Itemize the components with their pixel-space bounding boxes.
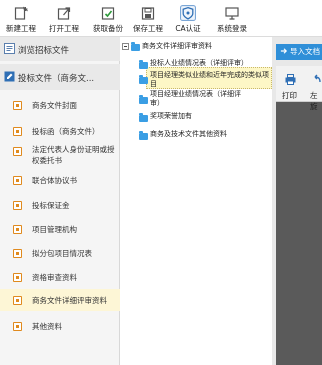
sidebar-item-consortium[interactable]: 联合体协议书 bbox=[0, 170, 120, 190]
sidebar-item-detailed-review[interactable]: 商务文件详细评审资料 bbox=[0, 289, 120, 311]
sidebar-item-label: 拟分包项目情况表 bbox=[32, 249, 92, 258]
collapse-icon[interactable] bbox=[122, 43, 129, 50]
tree-node-label: 商务及技术文件其他资料 bbox=[150, 130, 227, 138]
folder-icon bbox=[139, 95, 148, 104]
folder-icon bbox=[131, 42, 140, 51]
tree-node[interactable]: 商务及技术文件其他资料 bbox=[150, 130, 227, 139]
sidebar-item-subcontract[interactable]: 拟分包项目情况表 bbox=[0, 243, 120, 263]
sidebar-item-label: 商务文件封面 bbox=[32, 101, 77, 110]
get-backup-button[interactable]: 获取备份 bbox=[88, 0, 128, 37]
sidebar-item-label: 其他资料 bbox=[32, 322, 62, 331]
sidebar-item-label: 投标函（商务文件） bbox=[32, 127, 100, 136]
tree-node-label: 奖项荣誉加有 bbox=[150, 112, 192, 120]
ca-auth-button[interactable]: CA认证 bbox=[168, 0, 208, 37]
rotate-left-label[interactable]: 左旋 bbox=[310, 90, 322, 112]
doc-icon bbox=[13, 176, 22, 185]
save-project-label: 保存工程 bbox=[133, 24, 163, 33]
save-project-icon bbox=[141, 7, 155, 20]
sidebar-item-bid-letter[interactable]: 投标函（商务文件） bbox=[0, 121, 120, 141]
ca-auth-label: CA认证 bbox=[175, 24, 201, 33]
system-login-label: 系统登录 bbox=[217, 24, 247, 33]
doc-icon bbox=[13, 273, 22, 282]
open-project-label: 打开工程 bbox=[49, 24, 79, 33]
sidebar-item-label: 项目管理机构 bbox=[32, 225, 77, 234]
login-monitor-icon bbox=[225, 7, 239, 20]
sidebar-item-label: 资格审查资料 bbox=[32, 273, 77, 282]
print-label[interactable]: 打印 bbox=[282, 90, 297, 101]
folder-icon bbox=[139, 131, 148, 140]
tree-node-label: 投标人业绩情况表（详细评审） bbox=[150, 59, 248, 67]
tree-node-label: 项目经理业绩情况表（详细评 bbox=[150, 90, 241, 98]
ca-shield-icon bbox=[180, 5, 196, 21]
section-label: 投标文件（商务文... bbox=[18, 74, 95, 84]
new-project-label: 新建工程 bbox=[6, 24, 36, 33]
sidebar-item-label: 联合体协议书 bbox=[32, 176, 77, 185]
doc-icon bbox=[13, 127, 22, 136]
tree-node[interactable]: 项目经理业绩情况表（详细评 审） bbox=[150, 90, 241, 108]
print-icon[interactable] bbox=[285, 74, 296, 85]
bid-section-commercial[interactable]: 投标文件（商务文... bbox=[0, 64, 120, 90]
sidebar: 浏览招标文件 投标文件（商务文... 商务文件封面 投标函（商务文件） 法定代表… bbox=[0, 37, 120, 365]
edit-icon bbox=[4, 71, 15, 82]
sidebar-item-cover[interactable]: 商务文件封面 bbox=[0, 95, 120, 115]
browse-label: 浏览招标文件 bbox=[18, 46, 70, 56]
tree-node-label: 项目经理类似业绩和近年完成的类似项 bbox=[150, 71, 269, 79]
sidebar-item-management[interactable]: 项目管理机构 bbox=[0, 219, 120, 239]
open-project-button[interactable]: 打开工程 bbox=[44, 0, 84, 37]
rotate-left-icon[interactable] bbox=[312, 74, 322, 85]
get-backup-icon bbox=[101, 7, 115, 20]
doc-icon bbox=[13, 296, 22, 305]
system-login-button[interactable]: 系统登录 bbox=[211, 0, 253, 37]
doc-icon bbox=[13, 201, 22, 210]
sidebar-item-qualification[interactable]: 资格审查资料 bbox=[0, 267, 120, 287]
folder-icon bbox=[139, 60, 148, 69]
sidebar-item-label: 商务文件详细评审资料 bbox=[32, 296, 107, 305]
tree-root[interactable]: 商务文件详细评审资料 bbox=[142, 42, 212, 51]
import-label: 导入文档 bbox=[290, 47, 320, 56]
sidebar-item-label: 法定代表人身份证明或授权委托书 bbox=[32, 145, 115, 165]
open-project-icon bbox=[57, 7, 71, 20]
doc-icon bbox=[13, 101, 22, 110]
import-document-button[interactable]: 导入文档 bbox=[276, 44, 322, 60]
doc-icon bbox=[13, 322, 22, 331]
tree-node-label: 审） bbox=[150, 99, 164, 107]
sidebar-item-deposit[interactable]: 投标保证金 bbox=[0, 195, 120, 215]
doc-icon bbox=[13, 147, 22, 156]
tree-node[interactable]: 奖项荣誉加有 bbox=[150, 112, 192, 121]
tree-node[interactable]: 项目经理类似业绩和近年完成的类似项 目 bbox=[150, 71, 269, 89]
get-backup-label: 获取备份 bbox=[93, 24, 123, 33]
folder-icon bbox=[139, 75, 148, 84]
tree-node-label: 目 bbox=[150, 80, 157, 88]
save-project-button[interactable]: 保存工程 bbox=[128, 0, 168, 37]
doc-icon bbox=[13, 225, 22, 234]
folder-icon bbox=[139, 113, 148, 122]
new-project-button[interactable]: 新建工程 bbox=[2, 0, 40, 37]
browse-tender-file[interactable]: 浏览招标文件 bbox=[0, 37, 120, 61]
sidebar-item-label: 投标保证金 bbox=[32, 201, 70, 210]
new-project-icon bbox=[14, 6, 28, 20]
browse-icon bbox=[4, 43, 15, 54]
tree-node[interactable]: 投标人业绩情况表（详细评审） bbox=[150, 59, 248, 68]
doc-icon bbox=[13, 249, 22, 258]
import-icon bbox=[280, 48, 288, 54]
sidebar-item-other[interactable]: 其他资料 bbox=[0, 316, 120, 336]
main-toolbar: 新建工程 打开工程 获取备份 保存工程 CA认证 系统登录 bbox=[0, 0, 322, 37]
sidebar-item-legal-rep[interactable]: 法定代表人身份证明或授权委托书 bbox=[0, 141, 120, 171]
